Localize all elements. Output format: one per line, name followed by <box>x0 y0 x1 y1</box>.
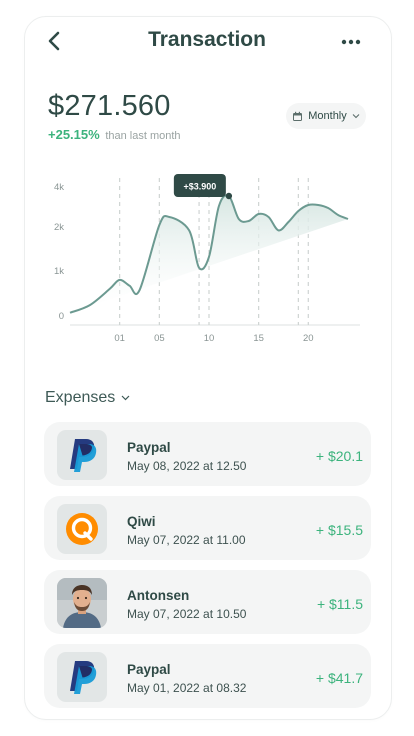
expense-name: Antonsen <box>127 588 190 603</box>
y-tick-label: 0 <box>59 311 64 322</box>
expenses-title: Expenses <box>45 389 116 406</box>
chevron-down-icon <box>121 395 130 401</box>
expense-date: May 07, 2022 at 10.50 <box>127 607 247 621</box>
expenses-dropdown[interactable]: Expenses <box>45 389 130 407</box>
peak-point <box>225 192 233 200</box>
expense-item[interactable]: Qiwi May 07, 2022 at 11.00 + $15.5 <box>44 496 371 560</box>
more-horizontal-icon[interactable] <box>338 36 364 48</box>
chevron-down-icon <box>352 114 360 119</box>
transaction-chart: 0 1k 2k 4k 01 05 10 15 20 +$3.900 <box>54 174 360 344</box>
expense-item[interactable]: Antonsen May 07, 2022 at 10.50 + $11.5 <box>44 570 371 634</box>
tooltip-label: +$3.900 <box>183 182 216 192</box>
expense-amount: + $11.5 <box>316 596 363 612</box>
change-indicator: +25.15% than last month <box>48 127 181 142</box>
x-tick-label: 15 <box>253 333 264 344</box>
person-avatar <box>57 578 107 628</box>
expense-date: May 01, 2022 at 08.32 <box>127 681 247 695</box>
expense-amount: + $41.7 <box>315 670 363 686</box>
expense-name: Qiwi <box>127 514 156 529</box>
expense-amount: + $15.5 <box>315 522 363 538</box>
x-tick-label: 20 <box>303 333 314 344</box>
calendar-icon <box>293 111 303 121</box>
period-label: Monthly <box>308 110 347 122</box>
expense-name: Paypal <box>127 440 171 455</box>
paypal-logo <box>57 652 107 702</box>
expense-item[interactable]: Paypal May 01, 2022 at 08.32 + $41.7 <box>44 644 371 708</box>
change-caption: than last month <box>105 130 181 142</box>
total-amount: $271.560 <box>48 90 171 122</box>
y-tick-label: 2k <box>54 222 64 233</box>
x-tick-label: 01 <box>114 333 125 344</box>
expense-item[interactable]: Paypal May 08, 2022 at 12.50 + $20.1 <box>44 422 371 486</box>
qiwi-logo <box>57 504 107 554</box>
x-tick-label: 10 <box>204 333 215 344</box>
expense-date: May 08, 2022 at 12.50 <box>127 459 247 473</box>
period-select[interactable]: Monthly <box>286 103 366 129</box>
paypal-logo <box>57 430 107 480</box>
x-tick-label: 05 <box>154 333 165 344</box>
expense-amount: + $20.1 <box>315 448 363 464</box>
expense-name: Paypal <box>127 662 171 677</box>
y-tick-label: 1k <box>54 266 64 277</box>
y-tick-label: 4k <box>54 182 64 193</box>
expense-date: May 07, 2022 at 11.00 <box>127 533 246 547</box>
change-percent: +25.15% <box>48 127 100 142</box>
